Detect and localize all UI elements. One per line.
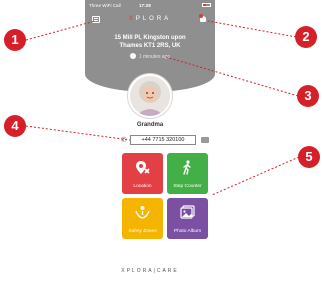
avatar[interactable] <box>128 74 172 118</box>
photo-album-button[interactable]: Photo Album <box>167 198 208 239</box>
address-line-1: 15 Mill Pl, Kingston upon <box>114 35 186 41</box>
location-address: 15 Mill Pl, Kingston upon Thames KT1 2RS… <box>85 34 215 50</box>
callout-3: 3 <box>297 85 319 107</box>
carrier-label: Three WiFi Call <box>89 3 121 8</box>
logo-rest: PLORA <box>135 16 172 22</box>
phone-row: ✆ +44 7715 320100 <box>85 134 215 146</box>
app-logo: XPLORA <box>85 16 215 22</box>
step-counter-button[interactable]: Step Counter <box>167 153 208 194</box>
walking-icon <box>183 160 191 175</box>
safety-zones-button[interactable]: Safety Zones <box>122 198 163 239</box>
photo-album-label: Photo Album <box>173 229 202 234</box>
step-counter-label: Step Counter <box>173 184 202 189</box>
callout-5: 5 <box>298 146 320 168</box>
avatar-image <box>130 76 170 116</box>
location-button[interactable]: Location <box>122 153 163 194</box>
logo-x: X <box>128 16 136 22</box>
last-updated: 1 minutes ago <box>85 53 215 60</box>
location-label: Location <box>133 184 152 189</box>
message-icon[interactable] <box>201 137 209 143</box>
callout-2: 2 <box>295 26 317 48</box>
clock-icon <box>129 53 136 59</box>
contact-name: Grandma <box>136 122 164 128</box>
status-time: 17:28 <box>139 3 151 8</box>
callout-4: 4 <box>4 115 26 137</box>
address-line-2: Thames KT1 2RS, UK <box>119 43 181 49</box>
phone-screen: Three WiFi Call 17:28 XPLORA 15 Mill Pl,… <box>85 0 215 284</box>
phone-number[interactable]: +44 7715 320100 <box>130 135 196 145</box>
battery-icon <box>202 3 211 7</box>
callout-1: 1 <box>4 29 26 51</box>
footer-brand: XPLORA|CARE <box>121 268 179 274</box>
safety-zones-label: Safety Zones <box>128 229 157 234</box>
phone-icon[interactable]: ✆ <box>121 136 127 144</box>
status-bar: Three WiFi Call 17:28 <box>89 2 211 10</box>
photo-album-icon <box>180 205 195 219</box>
safety-zones-icon <box>135 206 150 219</box>
notification-badge <box>199 14 203 18</box>
last-updated-text: 1 minutes ago <box>138 54 171 60</box>
location-icon <box>136 161 150 174</box>
notification-icon[interactable] <box>199 14 208 24</box>
